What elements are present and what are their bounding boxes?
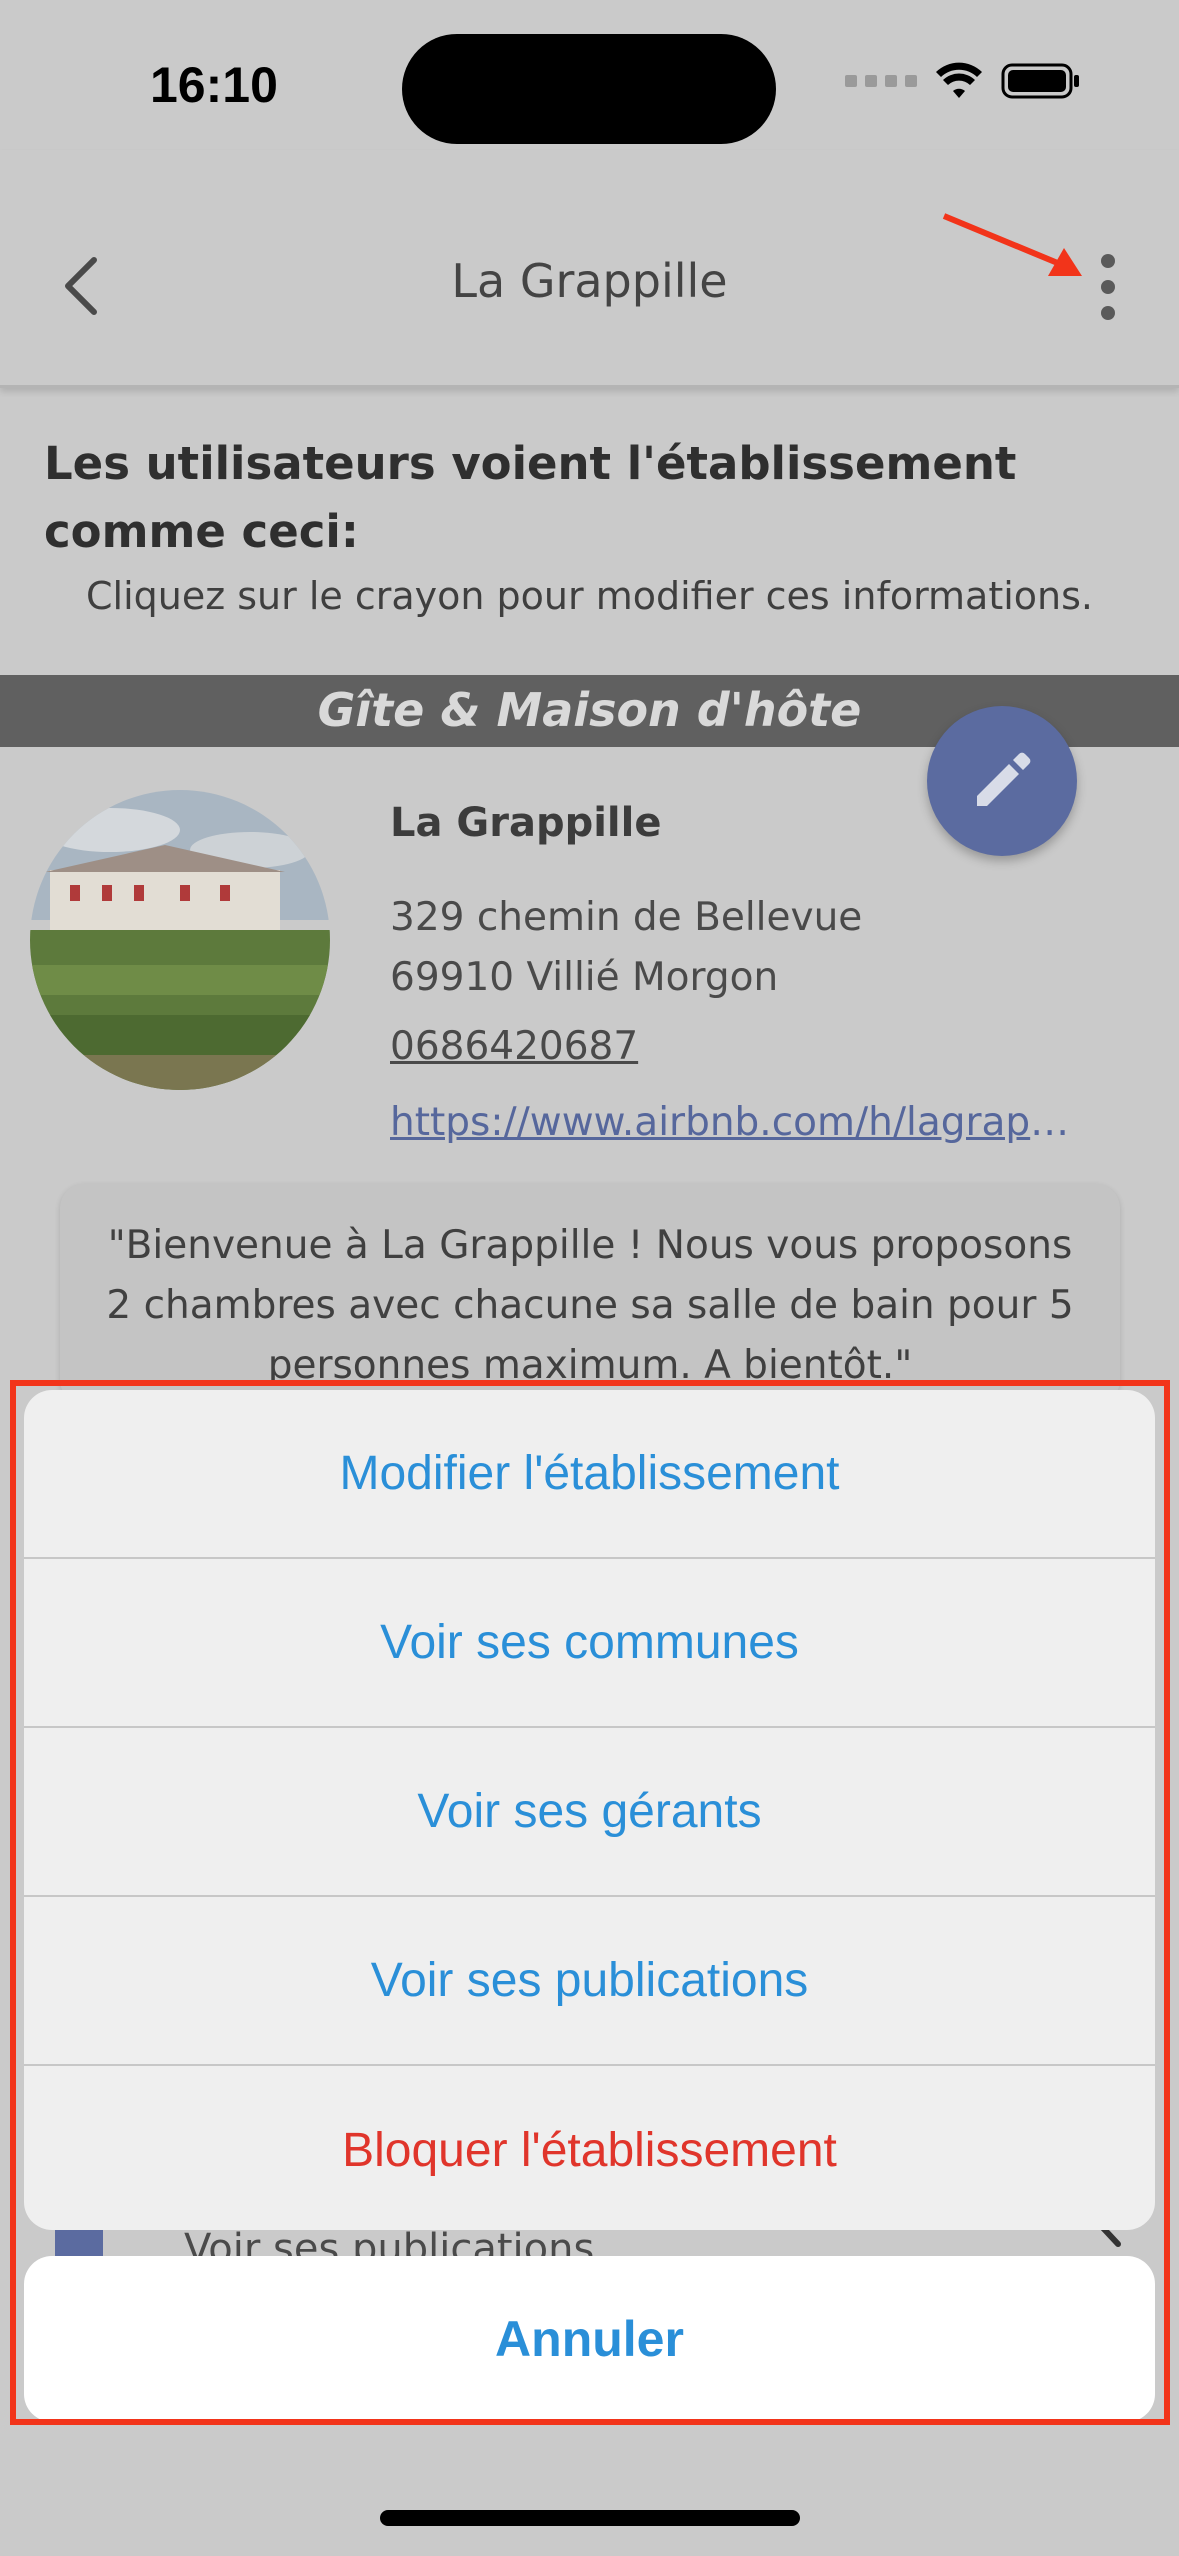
description-card: "Bienvenue à La Grappille ! Nous vous pr… — [60, 1184, 1120, 1404]
status-icons — [845, 62, 1081, 100]
address-line-2: 69910 Villié Morgon — [390, 955, 779, 1000]
edit-button[interactable] — [927, 706, 1077, 856]
address-line-1: 329 chemin de Bellevue — [390, 895, 863, 940]
pencil-icon — [977, 752, 1031, 806]
annotation-arrow-icon — [942, 213, 1082, 276]
establishment-photo — [30, 790, 330, 1090]
status-time: 16:10 — [150, 57, 278, 113]
intro-heading: Les utilisateurs voient l'établissement … — [44, 437, 1017, 558]
establishment-address: 329 chemin de Bellevue 69910 Villié Morg… — [390, 888, 862, 1008]
intro-subheading: Cliquez sur le crayon pour modifier ces … — [85, 574, 1094, 618]
establishment-phone-link[interactable]: 0686420687 — [390, 1024, 638, 1069]
home-indicator[interactable] — [380, 2510, 800, 2526]
establishment-name: La Grappille — [390, 800, 662, 846]
battery-icon — [1001, 63, 1079, 99]
wifi-icon — [936, 62, 982, 98]
more-vertical-icon — [1101, 254, 1115, 268]
dynamic-island — [402, 34, 776, 144]
establishment-website-link[interactable]: https://www.airbnb.com/h/lagrappille — [390, 1100, 1080, 1145]
description-text: "Bienvenue à La Grappille ! Nous vous pr… — [106, 1223, 1074, 1388]
cellular-dots-icon — [845, 75, 917, 87]
more-options-button[interactable] — [1090, 254, 1126, 320]
annotation-highlight — [10, 1380, 1170, 2425]
